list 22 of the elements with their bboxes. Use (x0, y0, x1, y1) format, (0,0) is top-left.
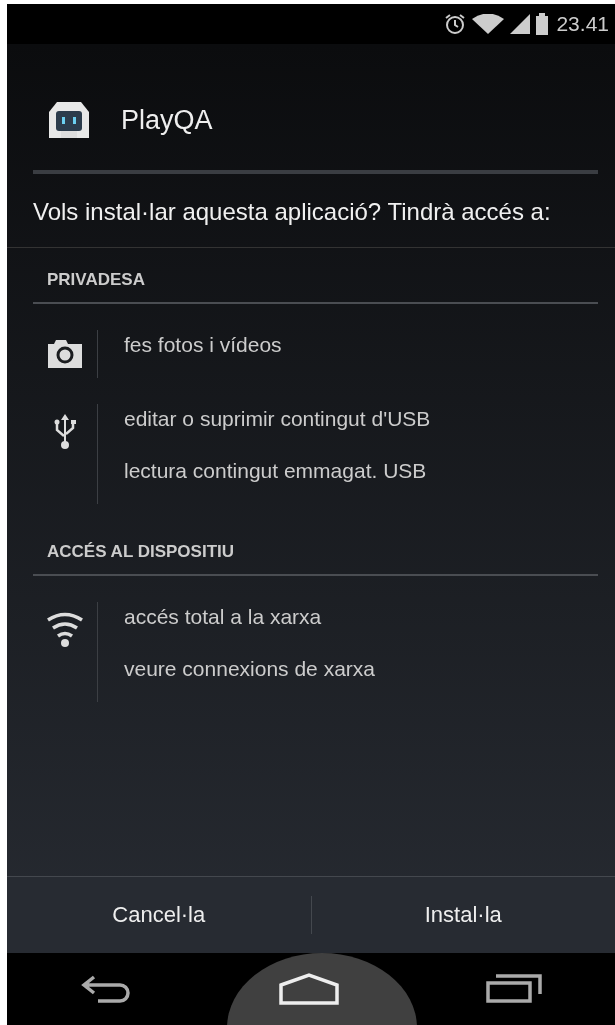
install-question: Vols instal·lar aquesta aplicació? Tindrà accés a: (33, 197, 552, 227)
cell-signal-icon (510, 14, 531, 34)
permission-text: fes fotos i vídeos (124, 332, 282, 358)
permission-text: accés total a la xarxa (124, 604, 323, 630)
section-header: ACCÉS AL DISPOSITIU (46, 541, 236, 562)
battery-icon (536, 13, 549, 35)
app-name: PlayQA (121, 104, 213, 136)
permission-text: veure connexions de xarxa (124, 656, 375, 682)
wifi-signal-icon (472, 14, 505, 34)
clock: 23.41 (556, 12, 609, 36)
back-icon[interactable] (80, 973, 133, 1005)
alarm-icon (444, 13, 467, 35)
wifi-icon (46, 610, 84, 650)
install-button[interactable]: Instal·la (311, 877, 615, 953)
recent-apps-icon[interactable] (485, 973, 542, 1005)
permission-text: lectura contingut emmagat. USB (124, 458, 428, 484)
section-header: PRIVADESA (46, 269, 146, 290)
home-icon[interactable] (279, 973, 339, 1005)
usb-icon (52, 412, 78, 452)
camera-icon (46, 338, 84, 368)
permission-text: editar o suprimir contingut d'USB (124, 406, 431, 432)
cancel-button[interactable]: Cancel·la (7, 877, 311, 953)
